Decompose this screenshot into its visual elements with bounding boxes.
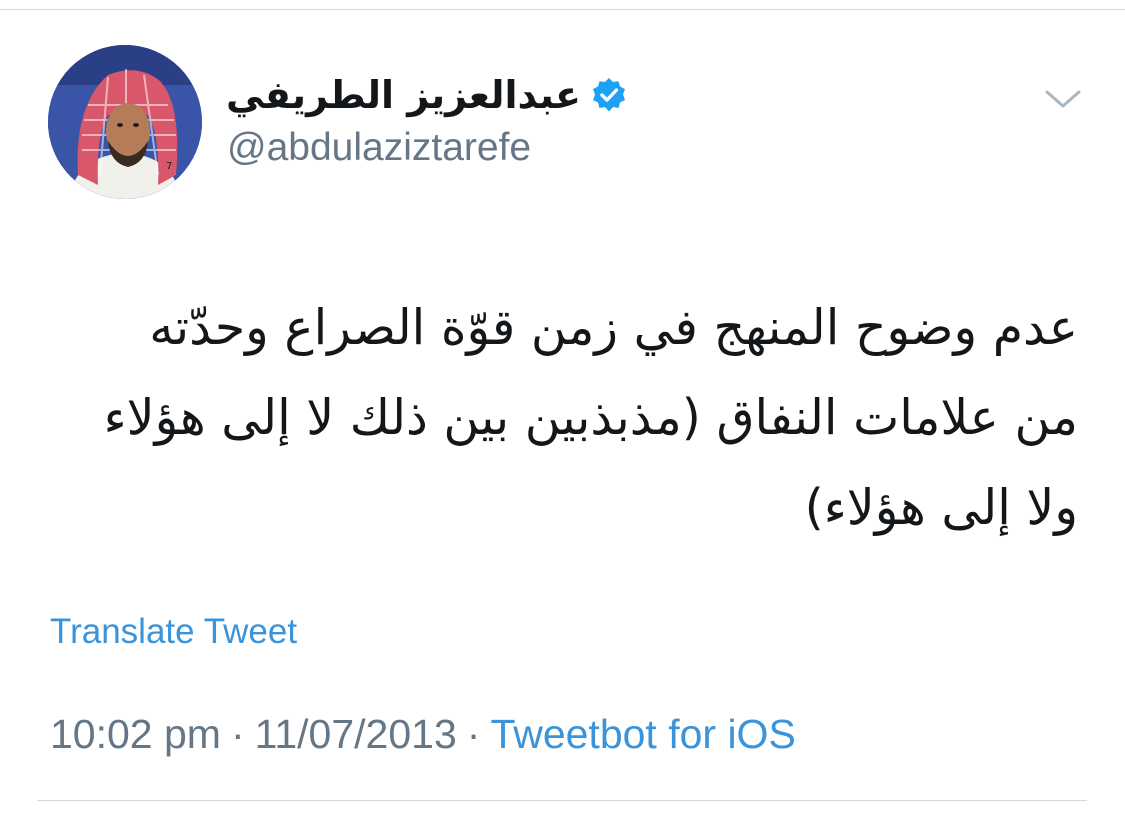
translate-tweet-link[interactable]: Translate Tweet xyxy=(50,610,297,654)
top-divider xyxy=(0,9,1125,10)
tweet-text: عدم وضوح المنهج في زمن قوّة الصراع وحدّت… xyxy=(38,283,1078,553)
author-handle[interactable]: @abdulaziztarefe xyxy=(227,124,531,172)
tweet-source-link[interactable]: Tweetbot for iOS xyxy=(490,711,795,757)
chevron-down-icon[interactable] xyxy=(1043,84,1083,114)
author-display-name[interactable]: عبدالعزيز الطريفي xyxy=(226,70,581,120)
tweet-meta: 10:02 pm · 11/07/2013 · Tweetbot for iOS xyxy=(50,708,796,760)
meta-separator: · xyxy=(466,711,481,757)
tweet-time: 10:02 pm xyxy=(50,711,221,757)
avatar-image: 7 xyxy=(48,45,202,199)
svg-text:7: 7 xyxy=(166,161,172,172)
author-name-row[interactable]: عبدالعزيز الطريفي xyxy=(226,70,627,120)
tweet-date: 11/07/2013 xyxy=(254,711,457,757)
verified-badge-icon xyxy=(591,77,627,113)
tweet-text-line: عدم وضوح المنهج في زمن قوّة الصراع وحدّت… xyxy=(149,299,1078,356)
meta-separator: · xyxy=(230,711,245,757)
bottom-divider xyxy=(37,800,1087,801)
tweet-text-line: ولا إلى هؤلاء) xyxy=(804,479,1078,536)
avatar[interactable]: 7 xyxy=(48,45,202,199)
tweet-text-line: من علامات النفاق (مذبذبين بين ذلك لا إلى… xyxy=(103,389,1078,446)
